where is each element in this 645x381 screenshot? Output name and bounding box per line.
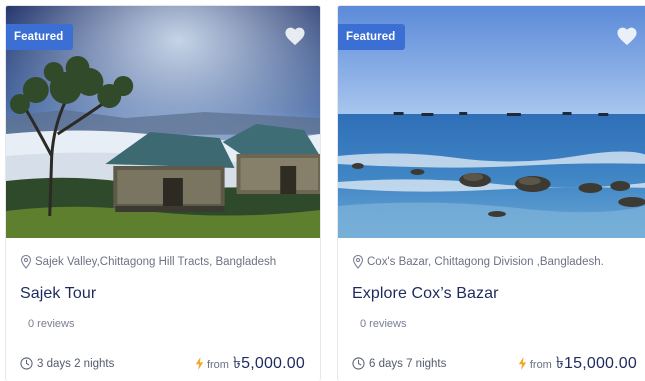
location-text: Sajek Valley,Chittagong Hill Tracts, Ban… xyxy=(35,256,277,268)
reviews-count: 0 reviews xyxy=(360,318,407,330)
price: from ৳5,000.00 xyxy=(195,350,305,377)
lightning-icon xyxy=(518,357,527,370)
tour-card[interactable]: Featured Cox's Bazar, Chittagong Divisio… xyxy=(337,5,645,381)
tour-card-grid: Featured Sajek Valley,Chittagong Hill Tr… xyxy=(0,0,645,381)
heart-icon[interactable] xyxy=(616,26,638,46)
map-pin-icon xyxy=(20,255,32,269)
price-prefix: from xyxy=(529,359,552,371)
duration: 6 days 7 nights xyxy=(352,357,446,370)
price-prefix: from xyxy=(206,359,229,371)
tour-title[interactable]: Sajek Tour xyxy=(20,285,306,303)
tour-image[interactable]: Featured xyxy=(6,6,320,238)
duration: 3 days 2 nights xyxy=(20,357,114,370)
clock-icon xyxy=(20,357,33,370)
reviews-count: 0 reviews xyxy=(28,318,75,330)
location: Cox's Bazar, Chittagong Division ,Bangla… xyxy=(352,254,638,270)
location-text: Cox's Bazar, Chittagong Division ,Bangla… xyxy=(367,256,604,268)
featured-badge: Featured xyxy=(6,24,74,50)
tour-title[interactable]: Explore Cox’s Bazar xyxy=(352,285,638,303)
lightning-icon xyxy=(195,357,204,370)
tour-image[interactable]: Featured xyxy=(338,6,645,238)
card-footer: 6 days 7 nights from ৳15,000.00 xyxy=(352,350,637,377)
duration-text: 3 days 2 nights xyxy=(37,357,115,370)
featured-badge: Featured xyxy=(338,24,406,50)
price-amount: ৳5,000.00 xyxy=(232,355,305,372)
price-amount: ৳15,000.00 xyxy=(555,355,637,372)
duration-text: 6 days 7 nights xyxy=(369,357,447,370)
clock-icon xyxy=(352,357,365,370)
map-pin-icon xyxy=(352,255,364,269)
price: from ৳15,000.00 xyxy=(518,350,637,377)
tour-card[interactable]: Featured Sajek Valley,Chittagong Hill Tr… xyxy=(5,5,321,381)
location: Sajek Valley,Chittagong Hill Tracts, Ban… xyxy=(20,254,306,270)
card-footer: 3 days 2 nights from ৳5,000.00 xyxy=(20,350,305,377)
heart-icon[interactable] xyxy=(284,26,306,46)
